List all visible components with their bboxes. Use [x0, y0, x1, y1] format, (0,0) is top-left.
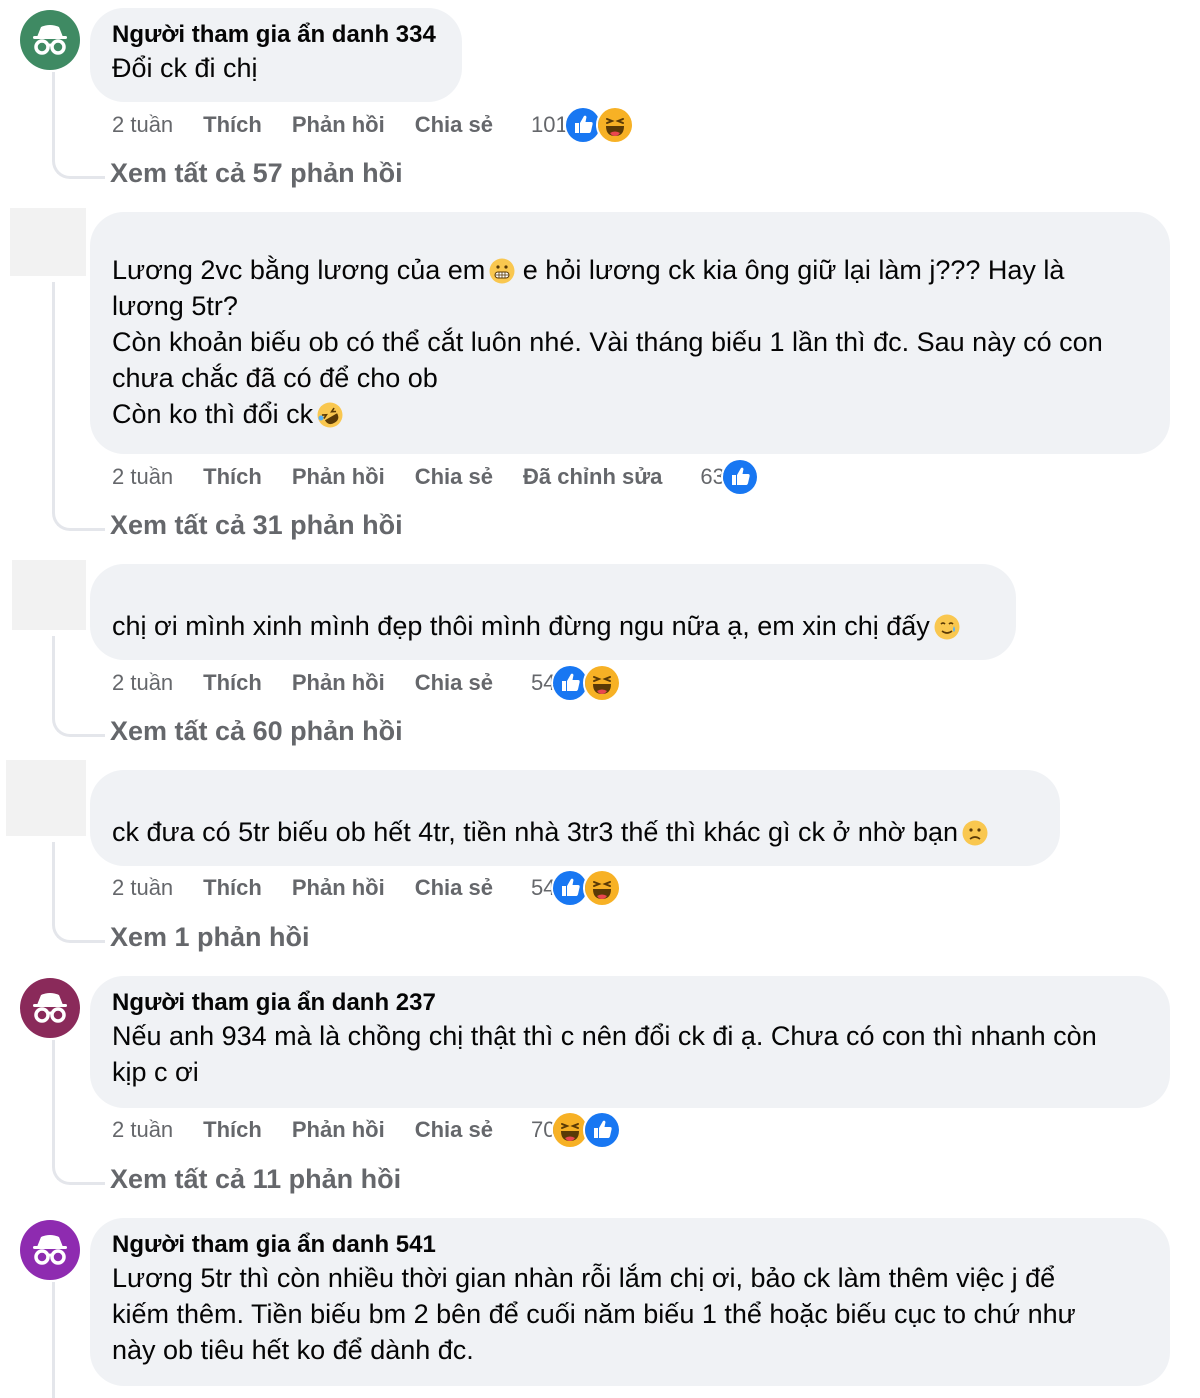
comment-text: Nếu anh 934 mà là chồng chị thật thì c n… [112, 1021, 1097, 1087]
reply-button[interactable]: Phản hồi [292, 464, 385, 490]
comment-author[interactable]: Người tham gia ẩn danh 334 [112, 20, 440, 50]
comment-text: ck đưa có 5tr biếu ob hết 4tr, tiền nhà … [112, 814, 1038, 850]
comment-bubble: Lương 2vc bằng lương của em e hỏi lương … [90, 212, 1170, 454]
reaction-summary[interactable]: 54 [531, 664, 622, 702]
comment-text: Lương 5tr thì còn nhiều thời gian nhàn r… [112, 1263, 1076, 1365]
teary-emoji-icon [934, 614, 960, 640]
reply-button[interactable]: Phản hồi [292, 112, 385, 138]
avatar-placeholder [6, 760, 86, 836]
comment-text-part: ck đưa có 5tr biếu ob hết 4tr, tiền nhà … [112, 817, 958, 847]
comment-time[interactable]: 2 tuần [112, 112, 173, 138]
thread-line [52, 140, 105, 179]
comment-text: chị ơi mình xinh mình đẹp thôi mình đừng… [112, 608, 994, 644]
share-button[interactable]: Chia sẻ [415, 670, 493, 696]
thread-line [52, 492, 105, 531]
view-replies-link[interactable]: Xem tất cả 60 phản hồi [110, 716, 403, 747]
share-button[interactable]: Chia sẻ [415, 464, 493, 490]
comment-actions: 2 tuần Thích Phản hồi Chia sẻ 54 [112, 664, 622, 702]
comment-text: Lương 2vc bằng lương của em e hỏi lương … [112, 252, 1148, 432]
avatar[interactable] [20, 1220, 80, 1280]
reaction-summary[interactable]: 101 [531, 106, 634, 144]
thread-line [52, 1040, 55, 1156]
thread-line [52, 1282, 55, 1398]
like-button[interactable]: Thích [203, 112, 262, 138]
grimace-emoji-icon [489, 258, 515, 284]
thread-line [52, 698, 105, 737]
comment-author[interactable]: Người tham gia ẩn danh 541 [112, 1230, 1148, 1260]
frown-emoji-icon [962, 820, 988, 846]
like-button[interactable]: Thích [203, 464, 262, 490]
comment-text-part: Lương 2vc bằng lương của em [112, 255, 486, 285]
reaction-summary[interactable]: 70 [531, 1111, 622, 1149]
like-icon [583, 1111, 622, 1149]
share-button[interactable]: Chia sẻ [415, 875, 493, 901]
view-replies-link[interactable]: Xem tất cả 57 phản hồi [110, 158, 403, 189]
view-replies-link[interactable]: Xem tất cả 31 phản hồi [110, 510, 403, 541]
comment-bubble: Người tham gia ẩn danh 334 Đổi ck đi chị [90, 8, 462, 102]
reply-button[interactable]: Phản hồi [292, 1117, 385, 1143]
thread-line [52, 282, 55, 502]
avatar[interactable] [20, 10, 80, 70]
like-button[interactable]: Thích [203, 670, 262, 696]
haha-icon [595, 106, 634, 144]
view-replies-link[interactable]: Xem 1 phản hồi [110, 922, 310, 953]
comment-time[interactable]: 2 tuần [112, 875, 173, 901]
reply-button[interactable]: Phản hồi [292, 670, 385, 696]
edited-label: Đã chỉnh sửa [523, 464, 663, 489]
share-button[interactable]: Chia sẻ [415, 112, 493, 138]
comment-bubble: chị ơi mình xinh mình đẹp thôi mình đừng… [90, 564, 1016, 660]
comment-text: Đổi ck đi chị [112, 53, 258, 83]
incognito-icon [29, 987, 71, 1029]
comment-text-part: chị ơi mình xinh mình đẹp thôi mình đừng… [112, 611, 930, 641]
avatar[interactable] [20, 978, 80, 1038]
rofl-emoji-icon [317, 402, 343, 428]
comment-time[interactable]: 2 tuần [112, 670, 173, 696]
like-button[interactable]: Thích [203, 1117, 262, 1143]
like-icon [720, 458, 759, 496]
reaction-summary[interactable]: 54 [531, 869, 622, 907]
comment-actions: 2 tuần Thích Phản hồi Chia sẻ 54 [112, 869, 622, 907]
incognito-icon [29, 19, 71, 61]
comment-actions: 2 tuần Thích Phản hồi Chia sẻ 101 [112, 106, 634, 144]
haha-icon [583, 664, 622, 702]
avatar-placeholder [12, 560, 86, 630]
reaction-summary[interactable]: 63 [700, 458, 759, 496]
view-replies-link[interactable]: Xem tất cả 11 phản hồi [110, 1164, 401, 1195]
haha-icon [583, 869, 622, 907]
comment-time[interactable]: 2 tuần [112, 1117, 173, 1143]
reply-button[interactable]: Phản hồi [292, 875, 385, 901]
reaction-count: 101 [531, 112, 568, 137]
thread-line [52, 1146, 105, 1185]
thread-line [52, 904, 105, 943]
avatar-placeholder [10, 208, 86, 276]
share-button[interactable]: Chia sẻ [415, 1117, 493, 1143]
comment-actions: 2 tuần Thích Phản hồi Chia sẻ 70 [112, 1111, 622, 1149]
comment-time[interactable]: 2 tuần [112, 464, 173, 490]
comment-bubble: ck đưa có 5tr biếu ob hết 4tr, tiền nhà … [90, 770, 1060, 866]
comment-author[interactable]: Người tham gia ẩn danh 237 [112, 988, 1148, 1018]
incognito-icon [29, 1229, 71, 1271]
comment-bubble: Người tham gia ẩn danh 237 Nếu anh 934 m… [90, 976, 1170, 1108]
like-button[interactable]: Thích [203, 875, 262, 901]
comment-actions: 2 tuần Thích Phản hồi Chia sẻ Đã chỉnh s… [112, 458, 759, 496]
comment-bubble: Người tham gia ẩn danh 541 Lương 5tr thì… [90, 1218, 1170, 1386]
